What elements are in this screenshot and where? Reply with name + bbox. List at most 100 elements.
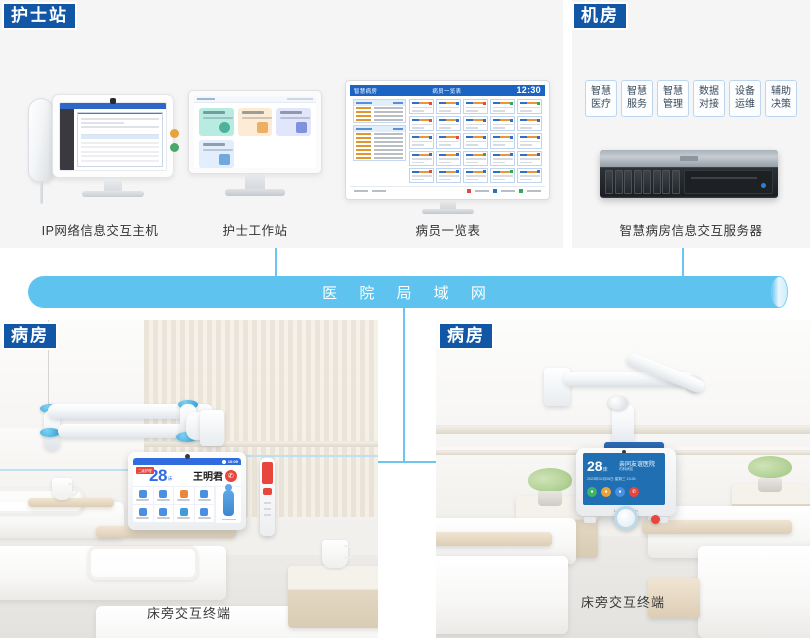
caption-nurse-workstation: 护士工作站	[222, 224, 288, 238]
bedside-interactive-terminal-right[interactable]: 28床 亲同友谊医院 内科病区 2023年02月08日 星期三 13:26 ● …	[576, 448, 676, 530]
secondary-call-button[interactable]	[263, 488, 272, 495]
terminal-action-row: ● ● ● ✆	[587, 487, 639, 497]
patient-card	[463, 133, 488, 149]
patient-card	[409, 167, 434, 183]
handset-icon	[28, 98, 54, 204]
aio-dialog	[77, 112, 163, 167]
patient-card	[490, 116, 515, 132]
rack-server	[600, 150, 778, 198]
patient-card	[436, 167, 461, 183]
phone-icon[interactable]: ✆	[629, 487, 639, 497]
plant-icon	[748, 456, 792, 492]
patient-card	[436, 133, 461, 149]
zone-tag-nurse-station: 护士站	[2, 2, 77, 30]
patient-board-display: 智慧病房 病员一览表 12:30	[345, 80, 550, 214]
patient-card	[463, 150, 488, 166]
chip-data-integration: 数据 对接	[693, 80, 725, 117]
patient-card	[490, 133, 515, 149]
department-name: 内科病区	[619, 467, 634, 471]
nurse-call-remote[interactable]	[260, 458, 275, 536]
terminal-left-button[interactable]	[584, 517, 596, 523]
emergency-call-button[interactable]	[262, 462, 273, 484]
chip-smart-medical: 智慧 医疗	[585, 80, 617, 117]
caption-patient-board: 病员一览表	[415, 224, 481, 238]
bed-number: 28	[587, 458, 603, 474]
chip-smart-management: 智慧 管理	[657, 80, 689, 117]
board-base	[421, 209, 474, 214]
patient-card-grid	[409, 99, 542, 183]
terminal-emergency-button[interactable]	[651, 515, 660, 524]
tablet-clock: 10:09	[227, 459, 238, 464]
patient-card	[463, 167, 488, 183]
chip-decision-support: 辅助 决策	[765, 80, 797, 117]
green-indicator-icon	[170, 143, 179, 152]
tablet-grid-item[interactable]	[194, 505, 215, 523]
tablet-grid-item[interactable]	[174, 505, 195, 523]
patient-card	[517, 116, 542, 132]
server-room-panel	[572, 0, 810, 248]
patient-card	[409, 116, 434, 132]
nurse-monitor-screen	[194, 96, 316, 168]
terminal-knob[interactable]	[614, 506, 638, 530]
board-title: 病员一览表	[432, 88, 462, 95]
tablet-grid-item[interactable]	[174, 487, 195, 505]
ws-card-3	[276, 108, 311, 136]
patient-card	[517, 133, 542, 149]
top-section: IP网络信息交互主机 护士工作站 智慧病房 病员一览表 12:30 病员一览表 …	[0, 0, 810, 248]
all-in-one-pc	[52, 94, 179, 197]
connector-ward-branch	[377, 461, 438, 463]
tablet-body-panel[interactable]	[215, 483, 241, 523]
capability-chip-list: 智慧 医疗 智慧 服务 智慧 管理 数据 对接 设备 运维 辅助 决策	[585, 80, 797, 117]
tablet-grid-item[interactable]	[133, 505, 154, 523]
phone-icon[interactable]: ✆	[225, 469, 237, 482]
tablet-screen: 10:09 二级护理 28 床 王明君 ✆	[133, 458, 241, 523]
patient-card	[436, 150, 461, 166]
board-header-left: 智慧病房	[354, 88, 378, 95]
patient-card	[463, 99, 488, 115]
bedside-interactive-terminal-left[interactable]: 10:09 二级护理 28 床 王明君 ✆	[128, 452, 246, 530]
overbed-table	[436, 532, 552, 546]
terminal-screen: 28床 亲同友谊医院 内科病区 2023年02月08日 星期三 13:26 ● …	[583, 453, 665, 505]
info-icon[interactable]: ●	[601, 487, 611, 497]
nurse-monitor	[188, 90, 322, 196]
lan-bar: 医 院 局 域 网	[28, 276, 780, 308]
plant-icon	[528, 468, 572, 506]
patient-card	[517, 99, 542, 115]
tablet-grid-item[interactable]	[153, 487, 174, 505]
bed-unit: 床	[602, 467, 608, 473]
nurse-icon[interactable]: ●	[587, 487, 597, 497]
tablet-function-grid	[133, 487, 215, 523]
status-indicators	[170, 129, 179, 157]
ws-card-2	[237, 108, 273, 136]
caption-server: 智慧病房信息交互服务器	[619, 224, 763, 238]
patient-card	[463, 116, 488, 132]
tablet-grid-item[interactable]	[133, 487, 154, 505]
doctor-icon[interactable]: ●	[615, 487, 625, 497]
tablet-grid-item[interactable]	[194, 487, 215, 505]
aio-sidebar	[60, 109, 74, 170]
bed-rail	[88, 546, 198, 580]
patient-card	[409, 99, 434, 115]
tablet-grid-item[interactable]	[153, 505, 174, 523]
zone-tag-ward-right: 病房	[438, 322, 494, 350]
patient-card	[436, 116, 461, 132]
terminal-datetime: 2023年02月08日 星期三 13:26	[587, 477, 636, 481]
connector-nurse-to-lan	[275, 248, 277, 276]
wifi-icon	[221, 459, 226, 464]
aio-base	[82, 191, 144, 197]
caption-ip-host: IP网络信息交互主机	[41, 224, 159, 238]
hospital-lan-bus: 医 院 局 域 网	[28, 276, 788, 308]
ws-card-1	[199, 108, 234, 136]
zone-tag-server-room: 机房	[572, 2, 628, 30]
cup-icon	[52, 478, 78, 500]
caption-bedside-terminal-left: 床旁交互终端	[146, 606, 231, 621]
server-front-panel	[684, 170, 773, 194]
care-level-badge: 二级护理	[136, 466, 154, 474]
connector-server-to-lan	[682, 248, 684, 276]
patient-hero: 二级护理 28 床 王明君 ✆	[133, 465, 241, 487]
connector-lan-to-wards	[403, 308, 405, 463]
zone-tag-ward-left: 病房	[2, 322, 58, 350]
patient-card	[409, 133, 434, 149]
patient-card	[517, 150, 542, 166]
lan-label: 医 院 局 域 网	[322, 284, 495, 302]
